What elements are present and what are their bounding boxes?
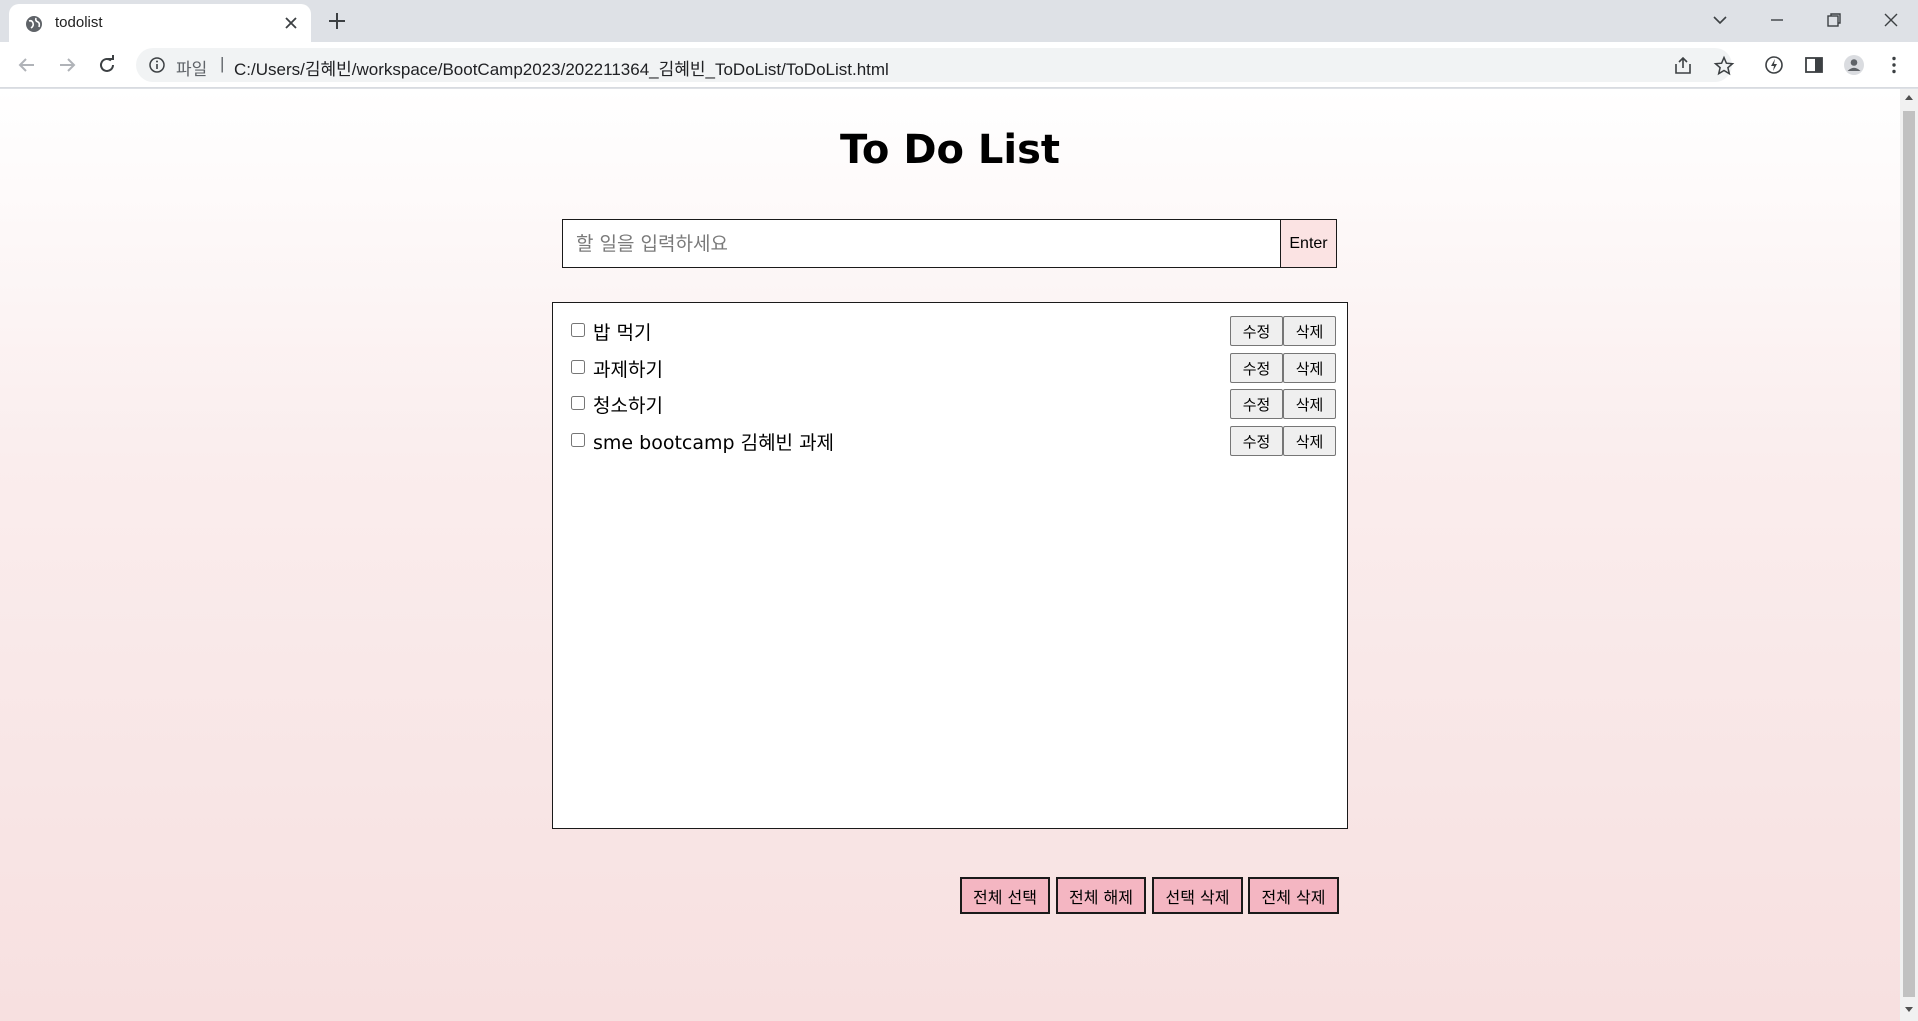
url-scheme-label: 파일 <box>176 60 208 79</box>
delete-selected-button[interactable]: 선택 삭제 <box>1152 877 1243 914</box>
bookmark-star-icon[interactable] <box>1713 55 1735 77</box>
edit-button[interactable]: 수정 <box>1230 389 1283 419</box>
todo-text: sme bootcamp 김혜빈 과제 <box>593 432 835 454</box>
close-tab-icon[interactable] <box>283 15 299 31</box>
todo-list: 밥 먹기 수정 삭제 과제하기 수정 삭제 청소하기 수정 삭제 sme boo… <box>552 302 1348 829</box>
deselect-all-button[interactable]: 전체 해제 <box>1056 877 1146 914</box>
page-viewport: To Do List Enter 밥 먹기 수정 삭제 과제하기 수정 삭제 청… <box>0 89 1900 1021</box>
new-tab-icon[interactable] <box>326 10 348 32</box>
close-window-icon[interactable] <box>1879 8 1903 32</box>
minimize-icon[interactable] <box>1765 8 1789 32</box>
side-panel-icon[interactable] <box>1803 54 1825 76</box>
delete-button[interactable]: 삭제 <box>1283 353 1336 383</box>
scroll-up-arrow-icon[interactable] <box>1905 95 1913 100</box>
share-icon[interactable] <box>1672 55 1694 77</box>
tab-title: todolist <box>55 14 103 31</box>
url-separator: | <box>220 54 225 73</box>
delete-all-button[interactable]: 전체 삭제 <box>1248 877 1339 914</box>
page-title: To Do List <box>839 127 1061 173</box>
forward-icon[interactable] <box>55 53 79 77</box>
enter-button[interactable]: Enter <box>1280 219 1337 268</box>
scroll-down-arrow-icon[interactable] <box>1905 1007 1913 1012</box>
address-bar[interactable]: 파일 | C:/Users/김혜빈/workspace/BootCamp2023… <box>136 48 1735 82</box>
todo-text: 밥 먹기 <box>593 322 652 344</box>
url-text[interactable]: C:/Users/김혜빈/workspace/BootCamp2023/2022… <box>234 55 889 80</box>
todo-checkbox[interactable] <box>571 360 585 374</box>
todo-text: 과제하기 <box>593 359 663 381</box>
reload-icon[interactable] <box>95 53 119 77</box>
performance-icon[interactable] <box>1763 54 1785 76</box>
tab-search-icon[interactable] <box>1708 8 1732 32</box>
back-icon[interactable] <box>15 53 39 77</box>
select-all-button[interactable]: 전체 선택 <box>960 877 1050 914</box>
todo-checkbox[interactable] <box>571 396 585 410</box>
todo-input[interactable] <box>562 219 1281 268</box>
delete-button[interactable]: 삭제 <box>1283 316 1336 346</box>
edit-button[interactable]: 수정 <box>1230 316 1283 346</box>
vertical-scrollbar[interactable] <box>1900 89 1918 1021</box>
todo-item: sme bootcamp 김혜빈 과제 수정 삭제 <box>553 423 1347 459</box>
info-icon[interactable] <box>148 56 166 74</box>
delete-button[interactable]: 삭제 <box>1283 426 1336 456</box>
todo-text: 청소하기 <box>593 395 663 417</box>
tab-strip: todolist <box>0 0 1918 42</box>
restore-icon[interactable] <box>1822 8 1846 32</box>
browser-toolbar: 파일 | C:/Users/김혜빈/workspace/BootCamp2023… <box>0 42 1918 88</box>
globe-icon <box>26 16 42 32</box>
edit-button[interactable]: 수정 <box>1230 426 1283 456</box>
more-menu-icon[interactable] <box>1883 54 1905 76</box>
todo-checkbox[interactable] <box>571 433 585 447</box>
edit-button[interactable]: 수정 <box>1230 353 1283 383</box>
todo-item: 과제하기 수정 삭제 <box>553 350 1347 386</box>
todo-item: 밥 먹기 수정 삭제 <box>553 313 1347 349</box>
delete-button[interactable]: 삭제 <box>1283 389 1336 419</box>
todo-checkbox[interactable] <box>571 323 585 337</box>
todo-item: 청소하기 수정 삭제 <box>553 386 1347 422</box>
browser-tab[interactable]: todolist <box>9 4 311 42</box>
scroll-thumb[interactable] <box>1903 111 1915 997</box>
profile-avatar-icon[interactable] <box>1843 54 1865 76</box>
